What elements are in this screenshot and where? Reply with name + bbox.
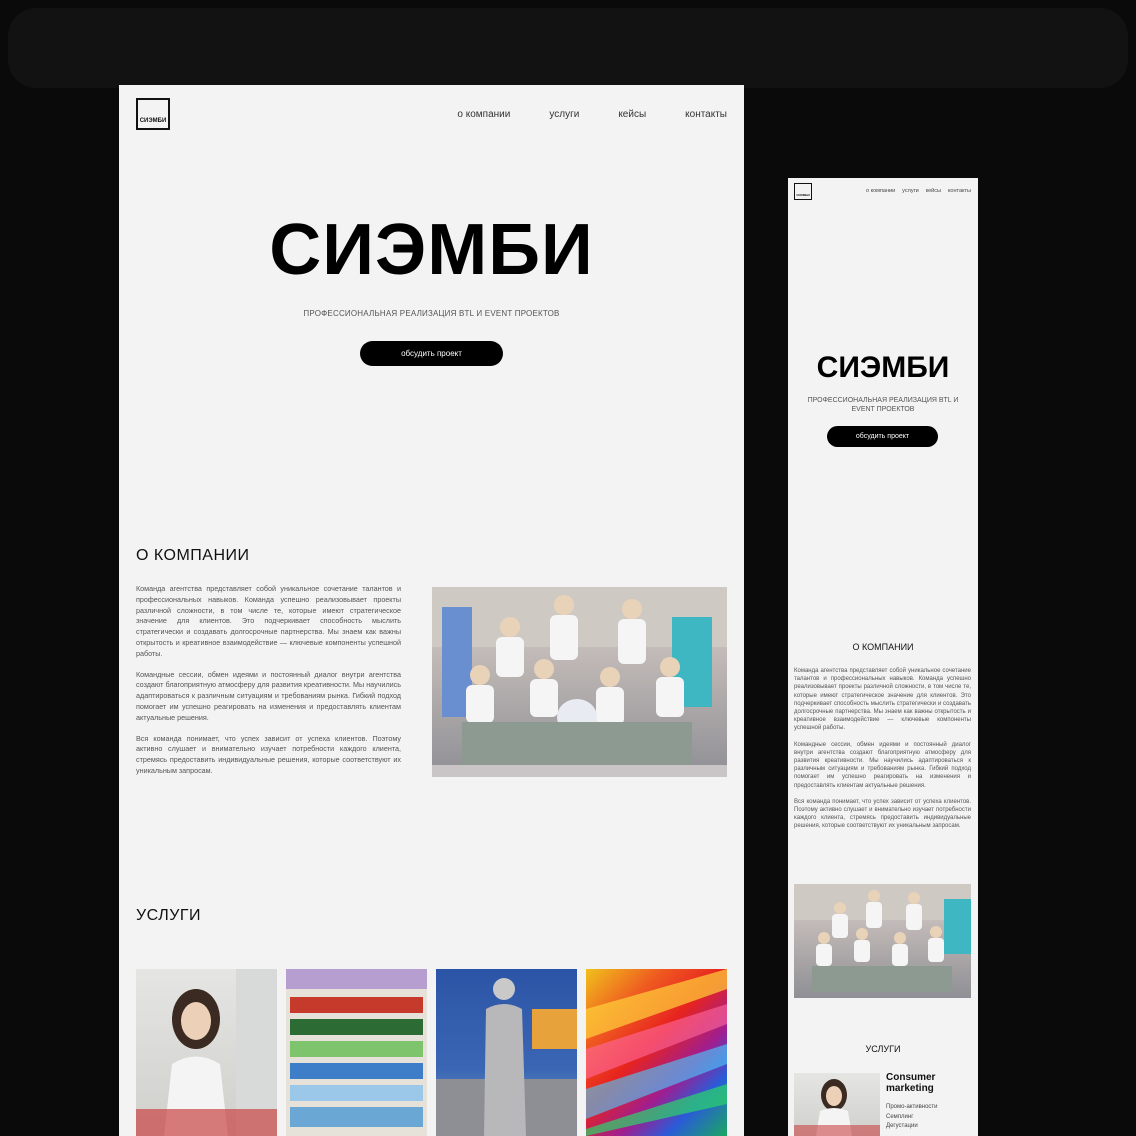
- service-items: Промо-активности Семплинг Дегустации: [886, 1103, 938, 1132]
- logo-text: СИЭМБИ: [139, 118, 167, 124]
- nav-cases[interactable]: кейсы: [618, 109, 646, 120]
- about-title: О КОМПАНИИ: [852, 642, 914, 652]
- frame-background: [8, 8, 1128, 88]
- nav-services[interactable]: услуги: [549, 109, 579, 120]
- team-photo: [794, 884, 971, 998]
- nav-about[interactable]: о компании: [866, 188, 895, 194]
- services-title: УСЛУГИ: [136, 907, 202, 924]
- about-title: О КОМПАНИИ: [136, 547, 250, 564]
- services-title: УСЛУГИ: [865, 1044, 901, 1054]
- service-card-consumer-marketing[interactable]: [794, 1073, 880, 1136]
- hero-title: СИЭМБИ: [816, 351, 950, 384]
- top-nav: о компании услуги кейсы контакты: [457, 109, 727, 120]
- hero-subtitle: ПРОФЕССИОНАЛЬНАЯ РЕАЛИЗАЦИЯ BTL И EVENT …: [807, 397, 959, 413]
- logo[interactable]: СИЭМБИ: [136, 98, 170, 130]
- nav-contacts[interactable]: контакты: [685, 109, 727, 120]
- about-paragraph: Команда агентства представляет собой уни…: [136, 584, 401, 658]
- nav-services[interactable]: услуги: [902, 188, 918, 194]
- nav-about[interactable]: о компании: [457, 109, 510, 120]
- service-item: Семплинг: [886, 1113, 914, 1120]
- logo-text: СИЭМБИ: [796, 193, 810, 197]
- about-paragraph: Вся команда понимает, что успех зависит …: [794, 798, 971, 830]
- service-card-retail[interactable]: [286, 969, 427, 1136]
- service-item: Промо-активности: [886, 1104, 938, 1110]
- service-title[interactable]: Consumer marketing: [886, 1072, 974, 1094]
- team-photo: [432, 587, 727, 777]
- desktop-mockup: СИЭМБИ о компании услуги кейсы контакты …: [119, 85, 744, 1136]
- nav-contacts[interactable]: контакты: [948, 188, 971, 194]
- about-paragraph: Командные сессии, обмен идеями и постоян…: [794, 741, 971, 789]
- logo[interactable]: СИЭМБИ: [794, 183, 812, 200]
- hero-subtitle: ПРОФЕССИОНАЛЬНАЯ РЕАЛИЗАЦИЯ BTL И EVENT …: [303, 309, 560, 318]
- about-paragraph: Командные сессии, обмен идеями и постоян…: [136, 669, 401, 722]
- discuss-project-button[interactable]: обсудить проект: [827, 426, 938, 447]
- top-nav: о компании услуги кейсы контакты: [866, 188, 971, 194]
- service-item: Дегустации: [886, 1123, 918, 1129]
- service-card-consumer-marketing[interactable]: [136, 969, 277, 1136]
- nav-cases[interactable]: кейсы: [926, 188, 941, 194]
- discuss-project-button[interactable]: обсудить проект: [360, 341, 503, 366]
- mobile-mockup: СИЭМБИ о компании услуги кейсы контакты …: [788, 178, 978, 1136]
- about-text: Команда агентства представляет собой уни…: [794, 667, 971, 839]
- about-paragraph: Вся команда понимает, что успех зависит …: [136, 733, 401, 775]
- about-text: Команда агентства представляет собой уни…: [136, 584, 401, 787]
- service-card-events[interactable]: [436, 969, 577, 1136]
- service-card-printing[interactable]: [586, 969, 727, 1136]
- hero-title: СИЭМБИ: [269, 210, 594, 290]
- about-paragraph: Команда агентства представляет собой уни…: [794, 668, 971, 732]
